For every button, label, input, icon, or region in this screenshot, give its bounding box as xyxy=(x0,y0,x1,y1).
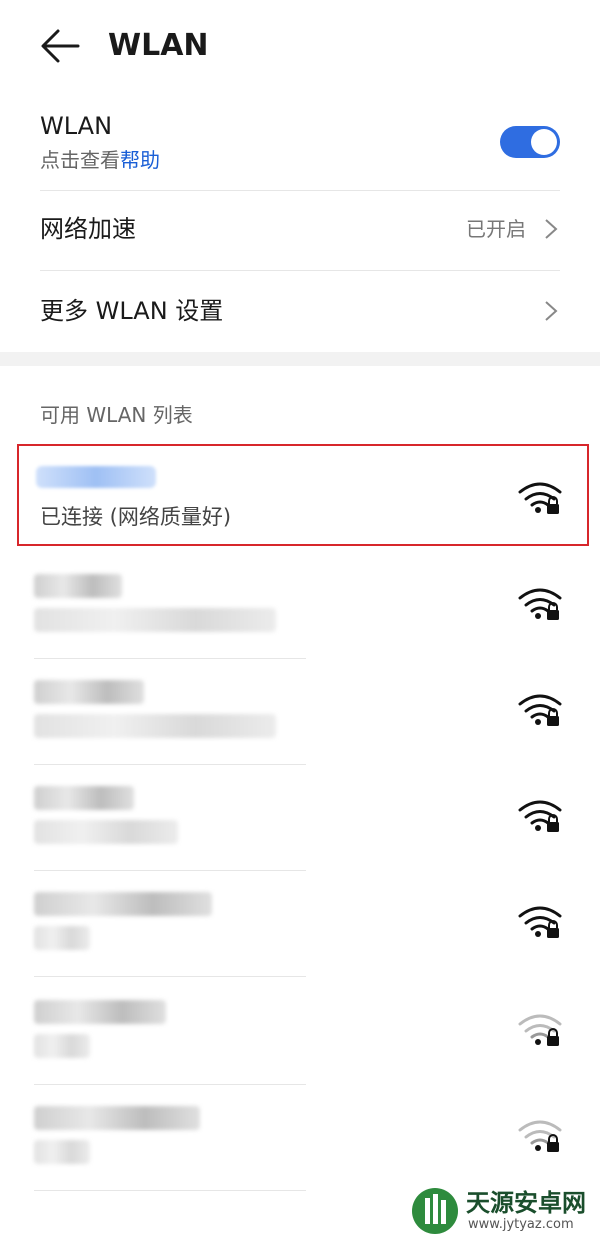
network-status-redacted xyxy=(34,820,178,844)
wlan-help-text: 点击查看帮助 xyxy=(40,146,160,174)
network-acceleration-row[interactable]: 网络加速 已开启 xyxy=(40,190,560,270)
network-status-redacted xyxy=(34,926,90,950)
help-prefix: 点击查看 xyxy=(40,148,120,172)
watermark-url: www.jytyaz.com xyxy=(468,1217,574,1232)
help-link[interactable]: 帮助 xyxy=(120,148,160,172)
back-arrow-icon[interactable] xyxy=(38,26,82,66)
switch-knob xyxy=(531,129,557,155)
wlan-toggle-label: WLAN xyxy=(40,112,113,140)
network-status-redacted xyxy=(34,1034,90,1058)
network-name-redacted xyxy=(34,680,144,704)
connected-network-name-redacted[interactable] xyxy=(36,466,156,488)
network-acceleration-label: 网络加速 xyxy=(40,215,136,243)
wifi-lock-icon xyxy=(518,906,562,938)
network-name-redacted xyxy=(34,1106,200,1130)
network-row[interactable] xyxy=(0,978,600,1084)
network-row[interactable] xyxy=(0,764,600,870)
divider xyxy=(34,976,306,977)
network-row[interactable] xyxy=(0,658,600,764)
network-name-redacted xyxy=(34,574,122,598)
chevron-right-icon xyxy=(545,219,558,239)
network-name-redacted xyxy=(34,892,212,916)
network-name-redacted xyxy=(34,1000,166,1024)
network-name-redacted xyxy=(34,786,134,810)
wlan-toggle-row[interactable]: WLAN 点击查看帮助 xyxy=(40,106,560,190)
network-row[interactable] xyxy=(0,1084,600,1190)
wifi-lock-icon xyxy=(518,482,562,514)
network-row[interactable] xyxy=(0,552,600,658)
network-status-redacted xyxy=(34,714,276,738)
wifi-lock-icon xyxy=(518,588,562,620)
chevron-right-icon xyxy=(545,301,558,321)
network-status-redacted xyxy=(34,1140,90,1164)
available-wlan-list-title: 可用 WLAN 列表 xyxy=(40,403,193,427)
wifi-lock-icon xyxy=(518,1014,562,1046)
wifi-lock-icon xyxy=(518,800,562,832)
page-title: WLAN xyxy=(108,28,209,63)
watermark-title: 天源安卓网 xyxy=(466,1189,586,1217)
wifi-lock-icon xyxy=(518,1120,562,1152)
watermark-logo-icon xyxy=(412,1188,458,1234)
section-gap xyxy=(0,352,600,366)
watermark: 天源安卓网 www.jytyaz.com xyxy=(408,1186,596,1238)
network-status-redacted xyxy=(34,608,276,632)
top-app-bar: WLAN xyxy=(0,0,600,92)
more-wlan-settings-label: 更多 WLAN 设置 xyxy=(40,297,224,325)
network-acceleration-value: 已开启 xyxy=(466,217,526,241)
divider xyxy=(34,1190,306,1191)
divider xyxy=(40,270,560,271)
wlan-switch[interactable] xyxy=(500,126,560,158)
wifi-lock-icon xyxy=(518,694,562,726)
more-wlan-settings-row[interactable]: 更多 WLAN 设置 xyxy=(40,272,560,352)
connected-network-status: 已连接 (网络质量好) xyxy=(40,505,232,529)
network-row[interactable] xyxy=(0,870,600,976)
